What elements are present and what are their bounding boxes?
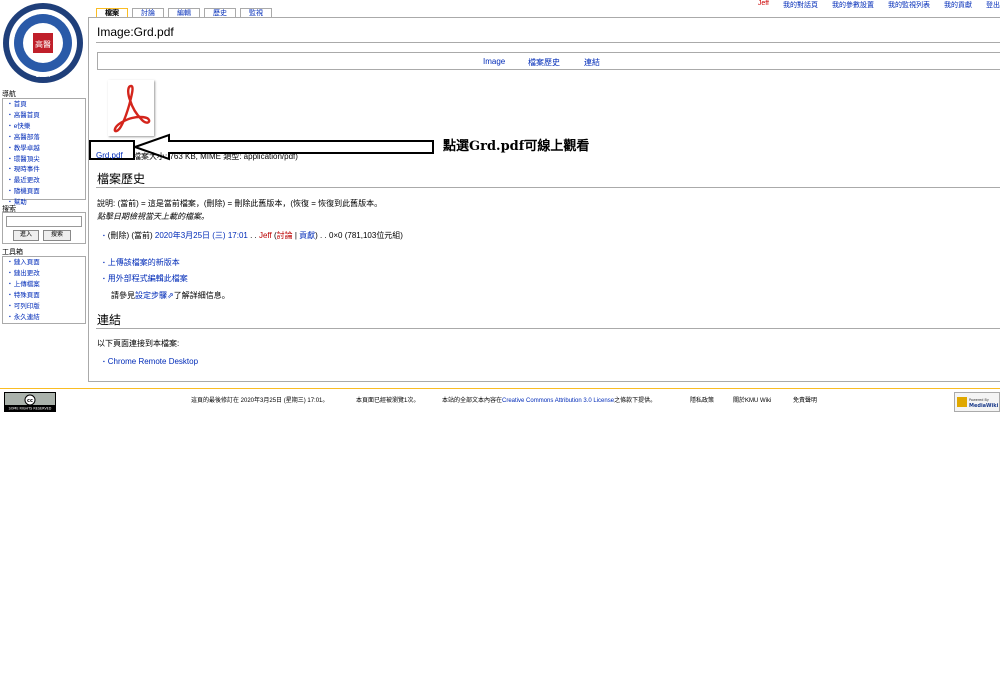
toc-image-link[interactable]: Image xyxy=(483,57,505,66)
logo-year: 1954 xyxy=(35,72,50,79)
search-input[interactable] xyxy=(6,216,82,227)
nav-item-blog[interactable]: 高醫部落 xyxy=(9,133,85,144)
license-suffix: 之條款下提供。 xyxy=(614,398,657,404)
logout-link[interactable]: 登出 xyxy=(986,0,1000,8)
last-modified: 這頁的最後修訂在 2020年3月25日 (星期三) 17:01。 xyxy=(191,398,329,404)
edit-external-link[interactable]: 用外部程式編輯此檔案 xyxy=(108,274,188,283)
toc-history-link[interactable]: 檔案歷史 xyxy=(528,57,560,68)
setup-steps-link[interactable]: 設定步驟 xyxy=(135,291,167,300)
nav-item-research[interactable]: 環醫頂尖 xyxy=(9,155,85,166)
my-contributions-link[interactable]: 我的貢獻 xyxy=(944,0,972,8)
license-prefix: 本站的全部文本內容在 xyxy=(442,398,503,404)
license-link[interactable]: Creative Commons Attribution 3.0 License xyxy=(502,398,614,404)
toolbox-item-related-changes[interactable]: 鏈出更改 xyxy=(9,269,85,280)
links-divider xyxy=(96,328,1000,329)
history-divider xyxy=(96,187,1000,188)
creative-commons-badge[interactable]: cc SOME RIGHTS RESERVED xyxy=(4,392,56,412)
nav-item-kmu-home[interactable]: 高醫首頁 xyxy=(9,111,85,122)
svg-text:Powered By: Powered By xyxy=(969,398,989,402)
logo-center-text: 高醫 xyxy=(35,39,51,49)
nav-item-e-happy[interactable]: e快樂 xyxy=(9,122,85,133)
see-setup-suffix: 了解詳細信息。 xyxy=(173,291,230,300)
content-area: Image:Grd.pdf Image 檔案歷史 連結 Grd.pdf 檔案大小… xyxy=(88,17,1000,382)
privacy-link[interactable]: 隱私政策 xyxy=(690,395,714,404)
see-setup-prefix: 請參見 xyxy=(111,291,135,300)
university-logo[interactable]: 高醫 1954 KAOHSIUNG MEDICAL UNIVERSITY xyxy=(2,2,84,84)
history-date-link[interactable]: 2020年3月25日 (三) 17:01 xyxy=(155,231,248,240)
linked-page-link[interactable]: Chrome Remote Desktop xyxy=(108,357,198,366)
pdf-file-link[interactable]: Grd.pdf xyxy=(96,151,123,160)
see-setup-line: 請參見設定步驟⇗了解詳細信息。 xyxy=(111,290,230,301)
search-button[interactable]: 搜索 xyxy=(43,230,71,241)
my-preferences-link[interactable]: 我的參數設置 xyxy=(832,0,874,8)
links-intro: 以下頁面連接到本檔案: xyxy=(97,339,180,348)
linked-page-item: ▪ Chrome Remote Desktop xyxy=(103,357,199,366)
nav-item-teaching[interactable]: 教學卓越 xyxy=(9,144,85,155)
upload-new-item: ▪ 上傳該檔案的新版本 xyxy=(103,258,180,267)
mediawiki-badge[interactable]: Powered By MediaWiki xyxy=(954,392,1000,412)
history-hint: 點擊日期檢視當天上載的檔案。 xyxy=(97,212,209,221)
toolbox-portlet: 鏈入頁面 鏈出更改 上傳檔案 特殊頁面 可列印版 永久連結 xyxy=(2,256,86,324)
history-size: . . 0×0 (781,103位元組) xyxy=(320,231,403,240)
nav-item-home[interactable]: 首頁 xyxy=(9,100,85,111)
go-button[interactable]: 進入 xyxy=(13,230,39,241)
pdf-file-icon[interactable] xyxy=(108,80,154,136)
toolbox-item-permalink[interactable]: 永久連結 xyxy=(9,313,85,324)
history-heading: 檔案歷史 xyxy=(97,172,146,186)
history-legend: 說明: (當前) = 這是當前檔案，(刪除) = 刪除此舊版本，(恢復 = 恢復… xyxy=(97,199,383,208)
history-current: (當前) xyxy=(131,231,153,240)
toolbox-item-printable[interactable]: 可列印版 xyxy=(9,302,85,313)
svg-text:cc: cc xyxy=(27,398,33,404)
nav-item-recent-changes[interactable]: 最近更改 xyxy=(9,176,85,187)
view-count: 本頁面已經被瀏覽1次。 xyxy=(356,398,420,404)
external-link-icon: ⇗ xyxy=(167,291,174,300)
links-heading: 連結 xyxy=(97,313,122,327)
edit-external-item: ▪ 用外部程式編輯此檔案 xyxy=(103,274,188,283)
license-line: 本站的全部文本內容在Creative Commons Attribution 3… xyxy=(442,395,656,404)
toolbox-item-what-links-here[interactable]: 鏈入頁面 xyxy=(9,258,85,269)
cc-label: SOME RIGHTS RESERVED xyxy=(9,407,52,411)
nav-item-help[interactable]: 幫助 xyxy=(9,198,85,209)
nav-portlet: 首頁 高醫首頁 e快樂 高醫部落 教學卓越 環醫頂尖 現時事件 最近更改 隨機頁… xyxy=(2,98,86,206)
history-separator: . . xyxy=(250,231,257,240)
search-portlet: 進入 搜索 xyxy=(2,212,86,244)
history-talk-link[interactable]: 討論 xyxy=(277,231,293,240)
page-footer: cc SOME RIGHTS RESERVED 這頁的最後修訂在 2020年3月… xyxy=(0,388,1000,412)
toc-links-link[interactable]: 連結 xyxy=(584,57,600,68)
title-divider xyxy=(96,42,1000,43)
file-info: 檔案大小: 763 KB, MIME 類型: application/pdf) xyxy=(133,152,298,161)
personal-toolbar: Jeff 我的對話頁 我的參數設置 我的監視列表 我的貢獻 登出 xyxy=(758,0,1000,8)
toolbox-item-upload[interactable]: 上傳檔案 xyxy=(9,280,85,291)
history-delete[interactable]: (刪除) xyxy=(108,231,129,240)
toolbox-item-special-pages[interactable]: 特殊頁面 xyxy=(9,291,85,302)
page-title: Image:Grd.pdf xyxy=(97,25,174,39)
svg-text:MediaWiki: MediaWiki xyxy=(969,403,999,409)
file-toc: Image 檔案歷史 連結 xyxy=(97,52,1000,70)
nav-item-current-events[interactable]: 現時事件 xyxy=(9,165,85,176)
nav-item-random-page[interactable]: 隨機頁面 xyxy=(9,187,85,198)
about-link[interactable]: 關於KMU Wiki xyxy=(733,395,771,404)
my-watchlist-link[interactable]: 我的監視列表 xyxy=(888,0,930,8)
history-contribs-link[interactable]: 貢獻 xyxy=(299,231,315,240)
annotation-text: 點選Grd.pdf可線上觀看 xyxy=(443,139,590,154)
upload-new-version-link[interactable]: 上傳該檔案的新版本 xyxy=(108,258,180,267)
my-talk-link[interactable]: 我的對話頁 xyxy=(783,0,818,8)
history-row: ▪ (刪除) (當前) 2020年3月25日 (三) 17:01 . . Jeff… xyxy=(103,231,403,240)
disclaimer-link[interactable]: 免責聲明 xyxy=(793,395,817,404)
history-user-link[interactable]: Jeff xyxy=(259,231,272,240)
user-link[interactable]: Jeff xyxy=(758,0,769,8)
